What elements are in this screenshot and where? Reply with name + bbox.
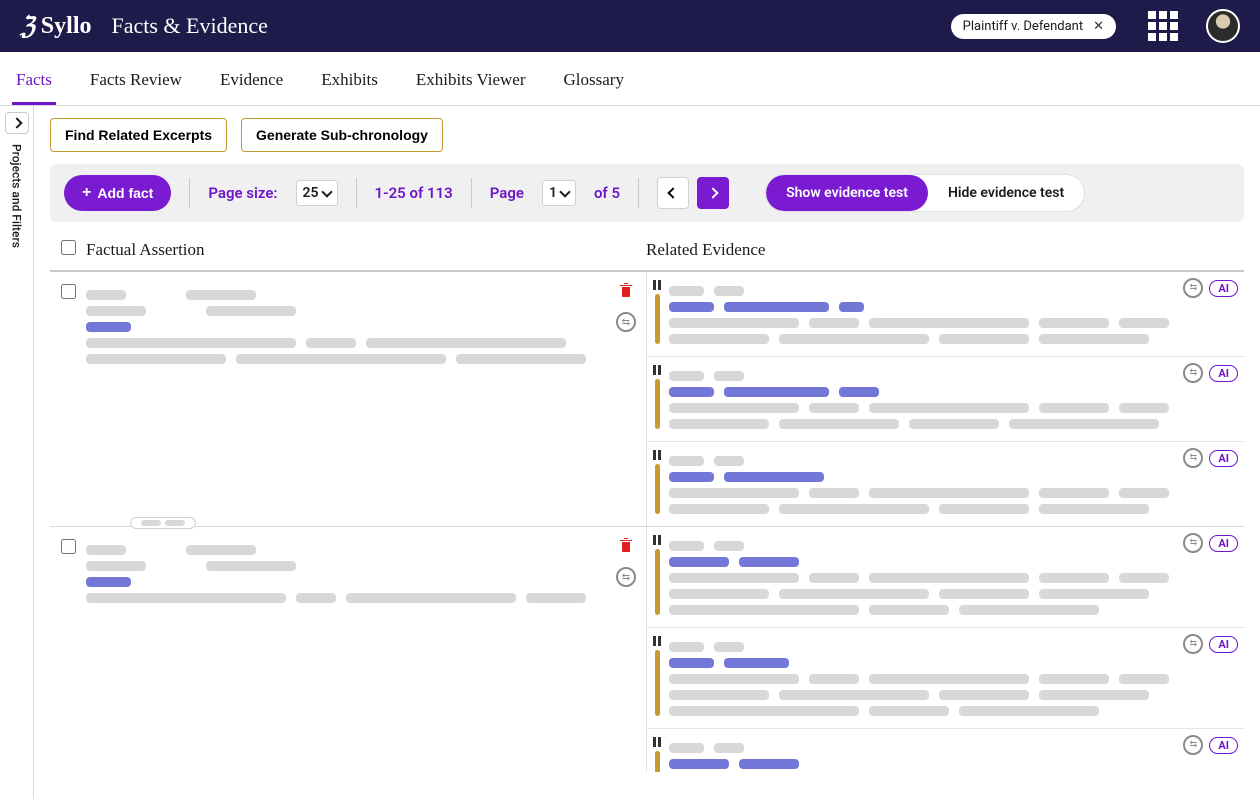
row-checkbox[interactable] — [61, 284, 76, 299]
page-size-label: Page size: — [208, 184, 277, 202]
sync-icon[interactable]: ⇆ — [1183, 448, 1203, 468]
evidence-item[interactable]: ⇆ AI — [647, 527, 1244, 628]
sync-icon[interactable]: ⇆ — [616, 567, 636, 587]
col-factual-assertion: Factual Assertion — [86, 240, 646, 260]
tab-nav: Facts Facts Review Evidence Exhibits Exh… — [0, 52, 1260, 106]
drag-handle-icon[interactable] — [653, 636, 661, 646]
tab-exhibits-viewer[interactable]: Exhibits Viewer — [412, 64, 530, 105]
side-rail: Projects and Filters — [0, 106, 34, 799]
brand-text: Syllo — [41, 13, 92, 40]
case-label: Plaintiff v. Defendant — [963, 19, 1083, 34]
tab-glossary[interactable]: Glossary — [560, 64, 628, 105]
evidence-item[interactable]: ⇆ AI — [647, 442, 1244, 526]
ai-badge[interactable]: AI — [1209, 535, 1238, 552]
find-related-excerpts-button[interactable]: Find Related Excerpts — [50, 118, 227, 152]
evidence-item[interactable]: ⇆ AI — [647, 357, 1244, 442]
ai-badge[interactable]: AI — [1209, 450, 1238, 467]
case-selector[interactable]: Plaintiff v. Defendant ✕ — [951, 14, 1116, 39]
tab-evidence[interactable]: Evidence — [216, 64, 287, 105]
drag-handle-icon[interactable] — [653, 365, 661, 375]
page-label: Page — [490, 184, 524, 202]
sync-icon[interactable]: ⇆ — [1183, 735, 1203, 755]
plus-icon: + — [82, 185, 91, 201]
page-size-value: 25 — [303, 185, 319, 201]
table-row: ⇆ ⇆ AI — [50, 272, 1244, 527]
select-all-checkbox[interactable] — [61, 240, 76, 255]
evidence-item[interactable]: ⇆ AI — [647, 729, 1244, 772]
page-size-select[interactable]: 25 — [296, 180, 338, 206]
chevron-down-icon — [321, 186, 332, 197]
tab-facts-review[interactable]: Facts Review — [86, 64, 186, 105]
side-toggle-button[interactable] — [5, 112, 29, 134]
side-rail-label: Projects and Filters — [10, 144, 24, 248]
ai-badge[interactable]: AI — [1209, 280, 1238, 297]
col-related-evidence: Related Evidence — [646, 240, 1244, 260]
evidence-cell: ⇆ AI ⇆ — [646, 527, 1244, 772]
page-select[interactable]: 1 — [542, 180, 576, 206]
evidence-cell: ⇆ AI ⇆ AI — [646, 272, 1244, 526]
ai-badge[interactable]: AI — [1209, 737, 1238, 754]
evidence-toggle: Show evidence test Hide evidence test — [765, 174, 1085, 212]
ai-badge[interactable]: AI — [1209, 365, 1238, 382]
range-text: 1-25 of 113 — [375, 184, 453, 202]
sync-icon[interactable]: ⇆ — [1183, 634, 1203, 654]
evidence-item[interactable]: ⇆ AI — [647, 272, 1244, 357]
show-evidence-toggle[interactable]: Show evidence test — [766, 175, 928, 211]
sync-icon[interactable]: ⇆ — [616, 312, 636, 332]
prev-page-button[interactable] — [657, 177, 689, 209]
brand-logo[interactable]: ℨ Syllo — [20, 12, 91, 40]
drag-handle-icon[interactable] — [653, 737, 661, 747]
fact-cell[interactable]: ⇆ — [86, 272, 646, 526]
add-fact-label: Add fact — [97, 185, 153, 201]
chevron-down-icon — [559, 186, 570, 197]
drag-handle-icon[interactable] — [653, 535, 661, 545]
toolbar: + Add fact Page size: 25 1-25 of 113 Pag… — [50, 164, 1244, 222]
row-checkbox[interactable] — [61, 539, 76, 554]
hide-evidence-toggle[interactable]: Hide evidence test — [928, 175, 1084, 211]
chevron-left-icon — [667, 187, 678, 198]
avatar[interactable] — [1206, 9, 1240, 43]
ai-badge[interactable]: AI — [1209, 636, 1238, 653]
evidence-item[interactable]: ⇆ AI — [647, 628, 1244, 729]
trash-icon[interactable] — [619, 282, 633, 302]
sync-icon[interactable]: ⇆ — [1183, 363, 1203, 383]
pager — [657, 177, 729, 209]
table-body: ⇆ ⇆ AI — [50, 272, 1244, 772]
page-total: of 5 — [594, 184, 620, 202]
tab-exhibits[interactable]: Exhibits — [317, 64, 382, 105]
sync-icon[interactable]: ⇆ — [1183, 533, 1203, 553]
table-row: ⇆ ⇆ A — [50, 527, 1244, 772]
chevron-right-icon — [707, 187, 718, 198]
app-header: ℨ Syllo Facts & Evidence Plaintiff v. De… — [0, 0, 1260, 52]
page-title: Facts & Evidence — [111, 13, 267, 39]
tab-facts[interactable]: Facts — [12, 64, 56, 105]
fact-cell[interactable]: ⇆ — [86, 527, 646, 772]
close-icon[interactable]: ✕ — [1093, 19, 1104, 34]
sync-icon[interactable]: ⇆ — [1183, 278, 1203, 298]
next-page-button[interactable] — [697, 177, 729, 209]
add-fact-button[interactable]: + Add fact — [64, 175, 171, 211]
trash-icon[interactable] — [619, 537, 633, 557]
action-row: Find Related Excerpts Generate Sub-chron… — [50, 118, 1244, 152]
apps-grid-icon[interactable] — [1148, 11, 1178, 41]
drag-handle-icon[interactable] — [653, 280, 661, 290]
drag-handle-icon[interactable] — [653, 450, 661, 460]
table-header: Factual Assertion Related Evidence — [50, 232, 1244, 272]
page-value: 1 — [549, 185, 557, 201]
generate-subchronology-button[interactable]: Generate Sub-chronology — [241, 118, 443, 152]
logo-icon: ℨ — [20, 12, 35, 40]
chevron-right-icon — [11, 117, 22, 128]
